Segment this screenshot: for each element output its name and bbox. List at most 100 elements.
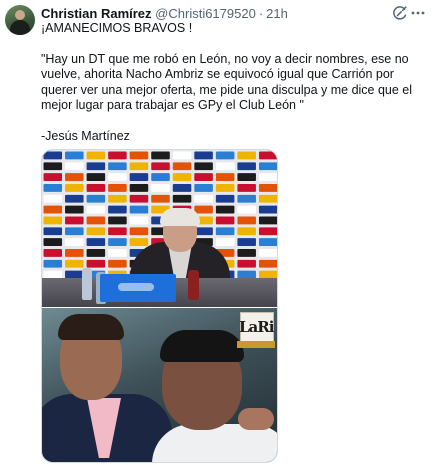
sponsor-logo-tile bbox=[237, 216, 256, 225]
sponsor-logo-tile bbox=[237, 184, 256, 192]
soda-bottle bbox=[188, 270, 199, 300]
sponsor-logo-tile bbox=[43, 162, 63, 171]
sponsor-logo-tile bbox=[258, 162, 277, 171]
sponsor-logo-tile bbox=[258, 249, 277, 257]
tweet-quote: "Hay un DT que me robó en León, no voy a… bbox=[41, 51, 413, 113]
left-man-hair bbox=[58, 314, 124, 340]
sponsor-logo-tile bbox=[237, 249, 256, 257]
sponsor-logo-tile bbox=[215, 162, 235, 171]
sponsor-logo-tile bbox=[237, 238, 256, 246]
sponsor-logo-tile bbox=[108, 173, 127, 181]
sponsor-logo-tile bbox=[86, 249, 106, 257]
sponsor-logo-tile bbox=[237, 194, 256, 203]
sponsor-logo-tile bbox=[151, 173, 170, 181]
sponsor-logo-tile bbox=[129, 162, 149, 171]
sponsor-logo-tile bbox=[43, 227, 63, 236]
sponsor-logo-tile bbox=[151, 184, 170, 192]
tweet-text: ¡AMANECIMOS BRAVOS ! "Hay un DT que me r… bbox=[41, 21, 431, 144]
sponsor-logo-tile bbox=[86, 238, 106, 246]
sponsor-logo-tile bbox=[65, 227, 84, 236]
avatar-body bbox=[10, 20, 30, 35]
sponsor-logo-tile bbox=[237, 173, 256, 181]
microphone-panel bbox=[100, 274, 176, 302]
sponsor-logo-tile bbox=[258, 216, 277, 225]
tweet-card[interactable]: Christian Ramírez @Christi6179520 · 21h ¡A… bbox=[0, 0, 434, 465]
more-icon[interactable] bbox=[410, 5, 426, 21]
tweet-attribution: -Jesús Martínez bbox=[41, 128, 130, 143]
sponsor-logo-tile bbox=[151, 162, 170, 171]
sponsor-logo-tile bbox=[65, 151, 84, 160]
sponsor-logo-tile bbox=[65, 184, 84, 192]
tweet-timestamp[interactable]: 21h bbox=[266, 6, 288, 21]
sponsor-logo-tile bbox=[65, 205, 84, 214]
sponsor-logo-tile bbox=[129, 184, 149, 192]
sponsor-logo-tile bbox=[194, 173, 213, 181]
watermark-logo: LaRi bbox=[237, 312, 275, 350]
sponsor-logo-tile bbox=[194, 162, 213, 171]
sponsor-logo-tile bbox=[129, 151, 149, 160]
sponsor-logo-tile bbox=[108, 216, 127, 225]
sponsor-logo-tile bbox=[108, 194, 127, 203]
sponsor-logo-tile bbox=[43, 238, 63, 246]
sponsor-logo-tile bbox=[86, 259, 106, 268]
sponsor-logo-tile bbox=[108, 205, 127, 214]
sponsor-logo-tile bbox=[43, 194, 63, 203]
sponsor-logo-tile bbox=[194, 194, 213, 203]
sponsor-logo-tile bbox=[65, 173, 84, 181]
sponsor-logo-tile bbox=[43, 205, 63, 214]
sponsor-logo-tile bbox=[129, 173, 149, 181]
sponsor-logo-tile bbox=[172, 162, 192, 171]
sponsor-logo-tile bbox=[43, 184, 63, 192]
sponsor-logo-tile bbox=[43, 216, 63, 225]
sponsor-logo-tile bbox=[108, 249, 127, 257]
sponsor-logo-tile bbox=[194, 184, 213, 192]
avatar[interactable] bbox=[5, 5, 35, 35]
sponsor-logo-tile bbox=[108, 227, 127, 236]
sponsor-logo-tile bbox=[194, 151, 213, 160]
tweet-media[interactable]: LaRi bbox=[41, 149, 278, 463]
sponsor-logo-tile bbox=[86, 173, 106, 181]
sponsor-logo-tile bbox=[215, 194, 235, 203]
sponsor-logo-tile bbox=[108, 162, 127, 171]
sponsor-logo-tile bbox=[258, 205, 277, 214]
sponsor-logo-tile bbox=[172, 173, 192, 181]
sponsor-logo-tile bbox=[258, 151, 277, 160]
sponsor-logo-tile bbox=[108, 151, 127, 160]
sponsor-logo-tile bbox=[129, 194, 149, 203]
embrace-photo[interactable]: LaRi bbox=[42, 308, 277, 462]
hand bbox=[238, 408, 274, 430]
sponsor-logo-tile bbox=[86, 205, 106, 214]
sponsor-logo-tile bbox=[215, 184, 235, 192]
tweet-text-line1: ¡AMANECIMOS BRAVOS ! bbox=[41, 21, 193, 35]
sponsor-logo-tile bbox=[65, 238, 84, 246]
sponsor-logo-tile bbox=[43, 151, 63, 160]
sponsor-logo-tile bbox=[258, 227, 277, 236]
tweet-header: Christian Ramírez @Christi6179520 · 21h bbox=[41, 6, 394, 22]
sponsor-logo-tile bbox=[215, 173, 235, 181]
sponsor-logo-tile bbox=[86, 194, 106, 203]
sponsor-logo-tile bbox=[151, 151, 170, 160]
sponsor-logo-tile bbox=[237, 162, 256, 171]
sponsor-logo-tile bbox=[43, 249, 63, 257]
sponsor-logo-tile bbox=[172, 184, 192, 192]
sponsor-logo-tile bbox=[65, 259, 84, 268]
sponsor-logo-tile bbox=[215, 151, 235, 160]
sponsor-logo-tile bbox=[43, 259, 63, 268]
grok-icon[interactable] bbox=[392, 5, 408, 21]
author-display-name[interactable]: Christian Ramírez bbox=[41, 6, 152, 21]
sponsor-logo-tile bbox=[86, 227, 106, 236]
sponsor-logo-tile bbox=[172, 194, 192, 203]
sponsor-logo-tile bbox=[108, 238, 127, 246]
sponsor-logo-tile bbox=[258, 184, 277, 192]
sponsor-logo-tile bbox=[43, 173, 63, 181]
sponsor-logo-tile bbox=[65, 216, 84, 225]
press-conference-photo[interactable] bbox=[42, 150, 277, 307]
sponsor-logo-tile bbox=[258, 194, 277, 203]
author-handle[interactable]: @Christi6179520 bbox=[155, 6, 256, 21]
watermark-text: LaRi bbox=[239, 318, 274, 336]
sponsor-logo-tile bbox=[65, 194, 84, 203]
right-man-hair bbox=[160, 330, 244, 362]
separator-dot: · bbox=[258, 6, 264, 21]
sponsor-logo-tile bbox=[258, 259, 277, 268]
sponsor-logo-tile bbox=[258, 173, 277, 181]
